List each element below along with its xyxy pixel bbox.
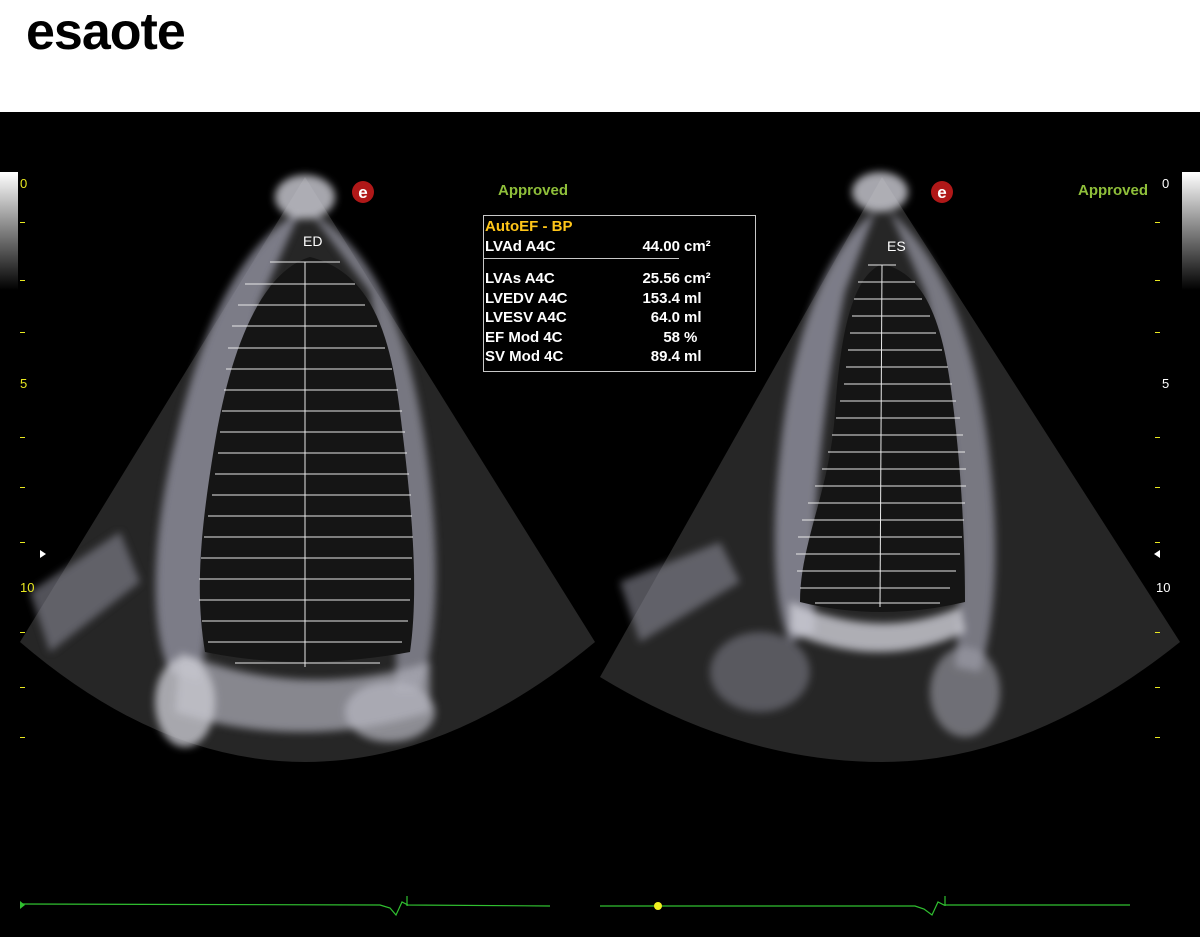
- header-bar: esaote: [0, 0, 1200, 112]
- ultrasound-display: e e Approved Approved ED ES 0 5 10 0 5 1…: [0, 112, 1200, 932]
- measurement-value: 44.00: [642, 237, 680, 255]
- esaote-logo: esaote: [26, 2, 186, 62]
- measurement-unit: %: [684, 328, 698, 346]
- measurement-row: LVAd A4C 44.00 cm²: [484, 237, 755, 257]
- right-depth-5: 5: [1162, 376, 1169, 391]
- measurement-row: LVEDV A4C 153.4 ml: [484, 289, 755, 309]
- measurement-unit: cm²: [684, 270, 711, 287]
- measurement-value: 153.4: [642, 289, 680, 307]
- measurement-label: LVESV A4C: [485, 309, 567, 326]
- measurement-row: LVAs A4C 25.56 cm²: [484, 269, 755, 289]
- left-depth-5: 5: [20, 376, 27, 391]
- ecg-traces: [19, 896, 1130, 917]
- left-focus-marker: [40, 550, 46, 558]
- measurement-value: 64.0: [650, 309, 680, 326]
- measurement-label: LVAs A4C: [485, 270, 555, 287]
- logo-text: esaote: [26, 3, 186, 61]
- left-depth-10: 10: [20, 580, 34, 595]
- measurement-unit: ml: [684, 309, 702, 326]
- measurement-unit: ml: [684, 289, 702, 307]
- left-phase-label: ED: [303, 233, 322, 249]
- right-depth-0: 0: [1162, 176, 1169, 191]
- measurement-row: EF Mod 4C 58 %: [484, 328, 755, 348]
- measurement-value: 58: [663, 328, 680, 346]
- measurement-unit: ml: [684, 348, 702, 365]
- left-status: Approved: [498, 182, 568, 199]
- measurement-panel: AutoEF - BP LVAd A4C 44.00 cm² LVAs A4C …: [483, 215, 756, 372]
- measurement-label: EF Mod 4C: [485, 328, 563, 346]
- svg-text:e: e: [358, 183, 367, 202]
- left-e-mark-icon: e: [352, 181, 374, 203]
- right-focus-marker: [1154, 550, 1160, 558]
- svg-text:e: e: [937, 183, 946, 202]
- right-grayscale-bar: [1182, 172, 1200, 290]
- ecg-cursor-marker: [654, 902, 662, 910]
- ecg-start-marker: [20, 901, 25, 909]
- measurement-value: 25.56: [642, 270, 680, 287]
- left-depth-0: 0: [20, 176, 27, 191]
- right-status: Approved: [1078, 182, 1148, 199]
- measurement-label: SV Mod 4C: [485, 348, 564, 365]
- measurement-row: SV Mod 4C 89.4 ml: [484, 347, 755, 367]
- right-depth-10: 10: [1156, 580, 1170, 595]
- measurement-label: LVAd A4C: [485, 237, 556, 255]
- left-grayscale-bar: [0, 172, 18, 290]
- measurement-title: AutoEF - BP: [485, 218, 573, 235]
- measurement-value: 89.4: [650, 348, 680, 365]
- right-e-mark-icon: e: [931, 181, 953, 203]
- measurement-unit: cm²: [684, 237, 711, 255]
- right-phase-label: ES: [887, 238, 906, 254]
- measurement-separator: [484, 258, 679, 259]
- measurement-row: LVESV A4C 64.0 ml: [484, 308, 755, 328]
- measurement-label: LVEDV A4C: [485, 289, 568, 307]
